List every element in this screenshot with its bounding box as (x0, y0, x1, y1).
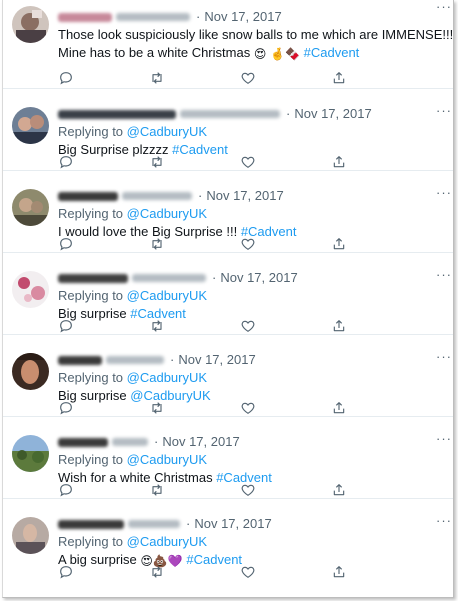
tweet-actions (58, 154, 388, 170)
heart-icon[interactable] (240, 400, 258, 416)
avatar[interactable] (12, 353, 49, 390)
reply-icon[interactable] (58, 318, 76, 334)
more-icon[interactable]: ··· (435, 268, 453, 283)
retweet-icon[interactable] (149, 318, 167, 334)
share-icon[interactable] (331, 70, 349, 86)
more-icon[interactable]: ··· (435, 0, 453, 15)
tweet-actions (58, 400, 388, 416)
avatar[interactable] (12, 435, 49, 472)
display-name[interactable] (58, 12, 112, 22)
tweet-text: Those look suspiciously like snow balls … (58, 27, 454, 42)
heart-icon[interactable] (240, 318, 258, 334)
heart-icon[interactable] (240, 154, 258, 170)
replying-to: Replying to @CadburyUK (58, 534, 208, 549)
reply-icon[interactable] (58, 154, 76, 170)
reply-icon[interactable] (58, 564, 76, 580)
reply-icon[interactable] (58, 70, 76, 86)
mention-link[interactable]: @CadburyUK (127, 124, 207, 139)
display-name[interactable] (58, 109, 176, 119)
avatar[interactable] (12, 517, 49, 554)
tweet-header: · Nov 17, 2017 (58, 187, 443, 205)
more-icon[interactable]: ··· (435, 104, 453, 119)
tweet-header: · Nov 17, 2017 (58, 433, 443, 451)
retweet-icon[interactable] (149, 236, 167, 252)
more-icon[interactable]: ··· (435, 514, 453, 529)
replying-to: Replying to @CadburyUK (58, 206, 208, 221)
retweet-icon[interactable] (149, 564, 167, 580)
mention-link[interactable]: @CadburyUK (127, 288, 207, 303)
mention-link[interactable]: @CadburyUK (127, 452, 207, 467)
mention-link[interactable]: @CadburyUK (127, 534, 207, 549)
tweet-header: · Nov 17, 2017 (58, 351, 443, 369)
tweet-actions (58, 564, 388, 580)
share-icon[interactable] (331, 564, 349, 580)
share-icon[interactable] (331, 400, 349, 416)
tweet-header: · Nov 17, 2017 (58, 8, 443, 26)
mention-link[interactable]: @CadburyUK (127, 206, 207, 221)
tweet-text-line2: Mine has to be a white Christmas 😍 🤞🍫 #C… (58, 45, 360, 61)
retweet-icon[interactable] (149, 154, 167, 170)
tweet-header: · Nov 17, 2017 (58, 105, 443, 123)
retweet-icon[interactable] (149, 400, 167, 416)
display-name[interactable] (58, 437, 108, 447)
tweet-date[interactable]: Nov 17, 2017 (204, 8, 281, 26)
share-icon[interactable] (331, 154, 349, 170)
user-handle[interactable] (112, 438, 148, 446)
share-icon[interactable] (331, 318, 349, 334)
tweet-header: · Nov 17, 2017 (58, 515, 443, 533)
user-handle[interactable] (116, 13, 190, 21)
tweet-actions (58, 236, 388, 252)
hashtag-link[interactable]: #Cadvent (300, 45, 360, 60)
share-icon[interactable] (331, 482, 349, 498)
tweet-date[interactable]: Nov 17, 2017 (178, 351, 255, 369)
avatar[interactable] (12, 271, 49, 308)
tweet-actions (58, 318, 388, 334)
avatar[interactable] (12, 6, 49, 43)
heart-icon[interactable] (240, 70, 258, 86)
more-icon[interactable]: ··· (435, 350, 453, 365)
reply-thread: · Nov 17, 2017 Those look suspiciously l… (2, 0, 454, 598)
tweet[interactable]: · Nov 17, 2017 Replying to @CadburyUK A … (3, 499, 453, 597)
replying-to: Replying to @CadburyUK (58, 288, 208, 303)
reply-icon[interactable] (58, 400, 76, 416)
tweet-date[interactable]: Nov 17, 2017 (294, 105, 371, 123)
tweet-actions (58, 482, 388, 498)
replying-to: Replying to @CadburyUK (58, 452, 208, 467)
user-handle[interactable] (132, 274, 206, 282)
user-handle[interactable] (128, 520, 180, 528)
avatar[interactable] (12, 189, 49, 226)
mention-link[interactable]: @CadburyUK (127, 370, 207, 385)
display-name[interactable] (58, 191, 118, 201)
tweet-actions (58, 70, 388, 86)
emoji: 😍 🤞🍫 (253, 47, 301, 61)
tweet-header: · Nov 17, 2017 (58, 269, 443, 287)
user-handle[interactable] (106, 356, 164, 364)
replying-to: Replying to @CadburyUK (58, 370, 208, 385)
more-icon[interactable]: ··· (435, 186, 453, 201)
retweet-icon[interactable] (149, 70, 167, 86)
user-handle[interactable] (180, 110, 280, 118)
more-icon[interactable]: ··· (435, 432, 453, 447)
tweet-date[interactable]: Nov 17, 2017 (162, 433, 239, 451)
heart-icon[interactable] (240, 236, 258, 252)
retweet-icon[interactable] (149, 482, 167, 498)
heart-icon[interactable] (240, 564, 258, 580)
reply-icon[interactable] (58, 236, 76, 252)
share-icon[interactable] (331, 236, 349, 252)
user-handle[interactable] (122, 192, 192, 200)
display-name[interactable] (58, 273, 128, 283)
tweet-date[interactable]: Nov 17, 2017 (194, 515, 271, 533)
display-name[interactable] (58, 519, 124, 529)
avatar[interactable] (12, 107, 49, 144)
reply-icon[interactable] (58, 482, 76, 498)
tweet-date[interactable]: Nov 17, 2017 (206, 187, 283, 205)
tweet-date[interactable]: Nov 17, 2017 (220, 269, 297, 287)
replying-to: Replying to @CadburyUK (58, 124, 208, 139)
heart-icon[interactable] (240, 482, 258, 498)
display-name[interactable] (58, 355, 102, 365)
